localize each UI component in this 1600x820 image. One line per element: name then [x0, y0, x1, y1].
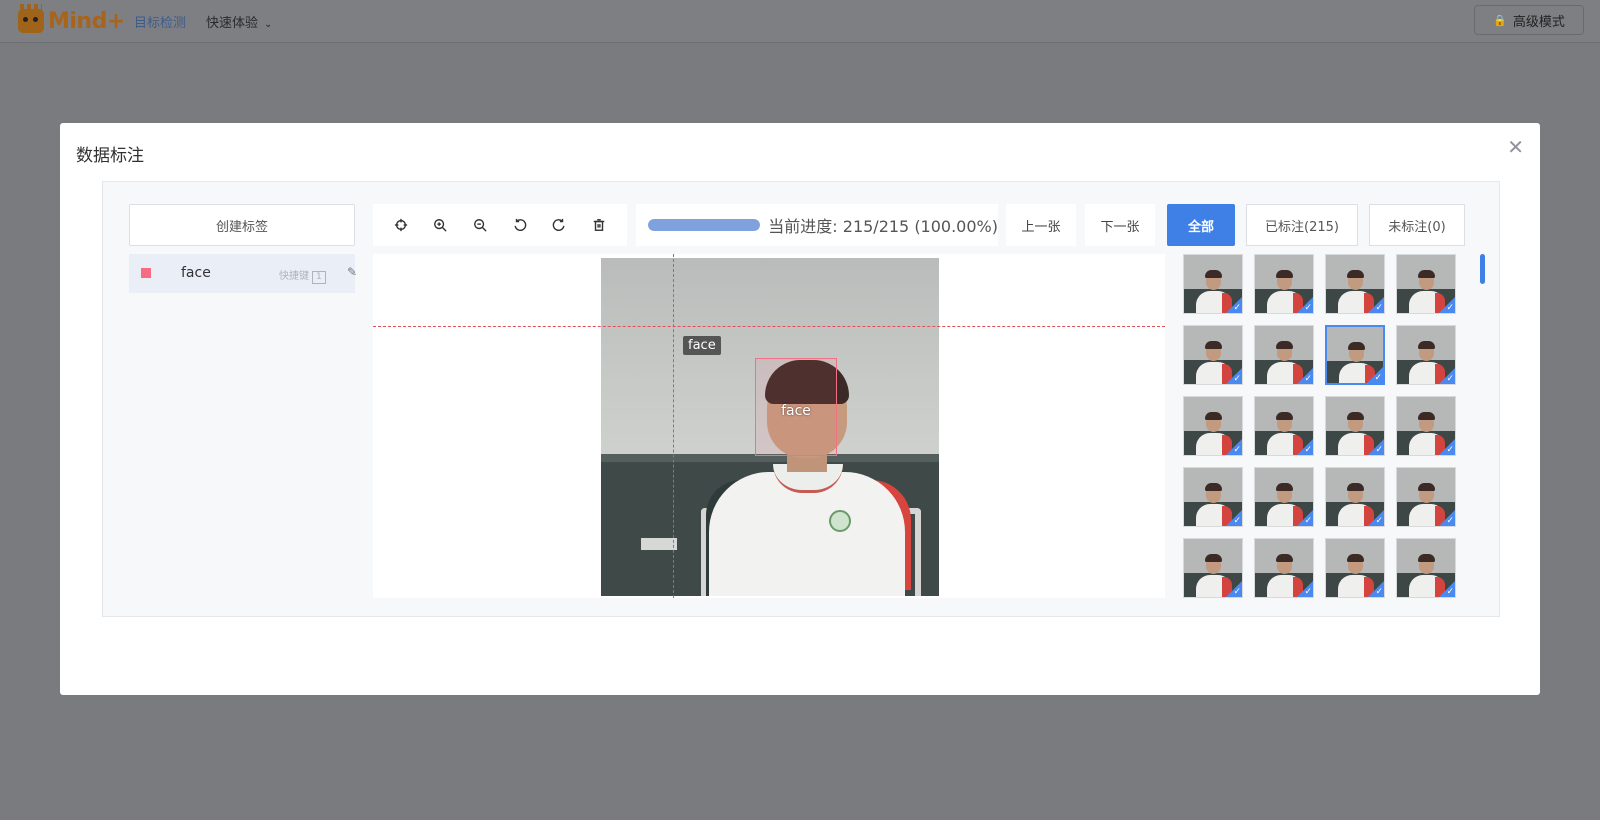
filter-all-button[interactable]: 全部: [1167, 204, 1235, 246]
check-icon: ✓: [1375, 445, 1383, 455]
check-icon: ✓: [1233, 303, 1241, 313]
mindplus-logo: Mind+: [18, 4, 125, 36]
annotation-canvas[interactable]: face face: [373, 254, 1165, 598]
check-icon: ✓: [1446, 516, 1454, 526]
edit-icon[interactable]: ✎: [347, 265, 357, 279]
image-thumbnail[interactable]: ✓: [1396, 467, 1456, 527]
label-name: face: [181, 265, 211, 281]
lock-icon: 🔒: [1493, 13, 1507, 27]
check-icon: ✓: [1374, 373, 1382, 383]
image-thumbnail[interactable]: ✓: [1325, 538, 1385, 598]
shortcut-key: 1: [312, 271, 326, 284]
image-thumbnail[interactable]: ✓: [1254, 325, 1314, 385]
label-shortcut: 快捷键 1: [279, 267, 326, 284]
image-thumbnail[interactable]: ✓: [1325, 254, 1385, 314]
progress-indicator: 当前进度: 215/215 (100.00%): [636, 204, 998, 246]
crosshair-icon[interactable]: [389, 213, 413, 237]
image-thumbnail[interactable]: ✓: [1396, 325, 1456, 385]
image-thumbnail[interactable]: ✓: [1183, 538, 1243, 598]
data-annotation-dialog: 数据标注 ✕ 创建标签 face 快捷键 1 ✎ 当前进度: 215/215 (…: [60, 123, 1540, 695]
shortcut-caption: 快捷键: [279, 271, 309, 282]
nav-quick-experience-label: 快速体验: [206, 16, 259, 31]
nav-quick-experience[interactable]: 快速体验 ⌄: [206, 12, 272, 31]
image-thumbnail[interactable]: ✓: [1183, 254, 1243, 314]
nav-object-detection[interactable]: 目标检测: [134, 12, 186, 31]
rotate-right-icon[interactable]: [547, 213, 571, 237]
image-toolbar: [373, 204, 627, 246]
check-icon: ✓: [1446, 445, 1454, 455]
image-thumbnail[interactable]: ✓: [1396, 396, 1456, 456]
create-label-button[interactable]: 创建标签: [129, 204, 355, 246]
image-thumbnail[interactable]: ✓: [1254, 396, 1314, 456]
top-bar: Mind+ 目标检测 快速体验 ⌄ 🔒 高级模式: [0, 0, 1600, 43]
image-thumbnail[interactable]: ✓: [1325, 467, 1385, 527]
filter-labeled-button[interactable]: 已标注(215): [1246, 204, 1358, 246]
crosshair-vertical-guide: [673, 254, 674, 598]
crosshair-horizontal-guide: [373, 326, 1165, 327]
check-icon: ✓: [1375, 587, 1383, 597]
image-thumbnail[interactable]: ✓: [1183, 396, 1243, 456]
image-thumbnail[interactable]: ✓: [1254, 467, 1314, 527]
robot-logo-icon: [18, 4, 44, 33]
check-icon: ✓: [1233, 516, 1241, 526]
image-thumbnail[interactable]: ✓: [1325, 396, 1385, 456]
check-icon: ✓: [1233, 374, 1241, 384]
progress-text: 当前进度: 215/215 (100.00%): [768, 217, 998, 236]
zoom-in-icon[interactable]: [428, 213, 452, 237]
next-image-button[interactable]: 下一张: [1085, 204, 1155, 246]
progress-bar: [648, 219, 761, 231]
advanced-mode-label: 高级模式: [1512, 14, 1565, 30]
image-thumbnail[interactable]: ✓: [1183, 325, 1243, 385]
check-icon: ✓: [1446, 587, 1454, 597]
image-thumbnail[interactable]: ✓: [1254, 254, 1314, 314]
image-thumbnail[interactable]: ✓: [1254, 538, 1314, 598]
trash-icon[interactable]: [587, 213, 611, 237]
label-item-face[interactable]: face 快捷键 1 ✎: [129, 254, 357, 293]
thumbnail-grid: ✓ ✓ ✓ ✓ ✓ ✓ ✓ ✓ ✓ ✓ ✓ ✓ ✓ ✓ ✓ ✓ ✓ ✓ ✓ ✓: [1173, 254, 1473, 598]
check-icon: ✓: [1304, 445, 1312, 455]
check-icon: ✓: [1446, 303, 1454, 313]
bounding-box-face[interactable]: face: [755, 358, 837, 456]
label-color-swatch: [141, 268, 151, 278]
filter-unlabeled-button[interactable]: 未标注(0): [1369, 204, 1465, 246]
image-thumbnail[interactable]: ✓: [1183, 467, 1243, 527]
check-icon: ✓: [1233, 587, 1241, 597]
bounding-box-label: face: [781, 403, 811, 419]
cursor-label-tag: face: [683, 336, 721, 355]
logo-text: Mind+: [48, 8, 125, 34]
close-icon[interactable]: ✕: [1507, 135, 1524, 159]
check-icon: ✓: [1233, 445, 1241, 455]
check-icon: ✓: [1304, 374, 1312, 384]
image-thumbnail[interactable]: ✓: [1325, 325, 1385, 385]
check-icon: ✓: [1304, 303, 1312, 313]
thumbnail-scrollbar[interactable]: [1480, 254, 1485, 284]
check-icon: ✓: [1375, 303, 1383, 313]
prev-image-button[interactable]: 上一张: [1006, 204, 1076, 246]
check-icon: ✓: [1304, 587, 1312, 597]
image-thumbnail[interactable]: ✓: [1396, 538, 1456, 598]
zoom-out-icon[interactable]: [468, 213, 492, 237]
check-icon: ✓: [1304, 516, 1312, 526]
progress-fill: [648, 219, 761, 231]
check-icon: ✓: [1375, 516, 1383, 526]
dialog-title: 数据标注: [76, 146, 144, 166]
rotate-left-icon[interactable]: [508, 213, 532, 237]
annotation-workspace: 创建标签 face 快捷键 1 ✎ 当前进度: 215/215 (100.00%…: [102, 181, 1500, 617]
advanced-mode-button[interactable]: 🔒 高级模式: [1474, 5, 1584, 35]
image-thumbnail[interactable]: ✓: [1396, 254, 1456, 314]
check-icon: ✓: [1446, 374, 1454, 384]
chevron-down-icon: ⌄: [264, 19, 273, 30]
